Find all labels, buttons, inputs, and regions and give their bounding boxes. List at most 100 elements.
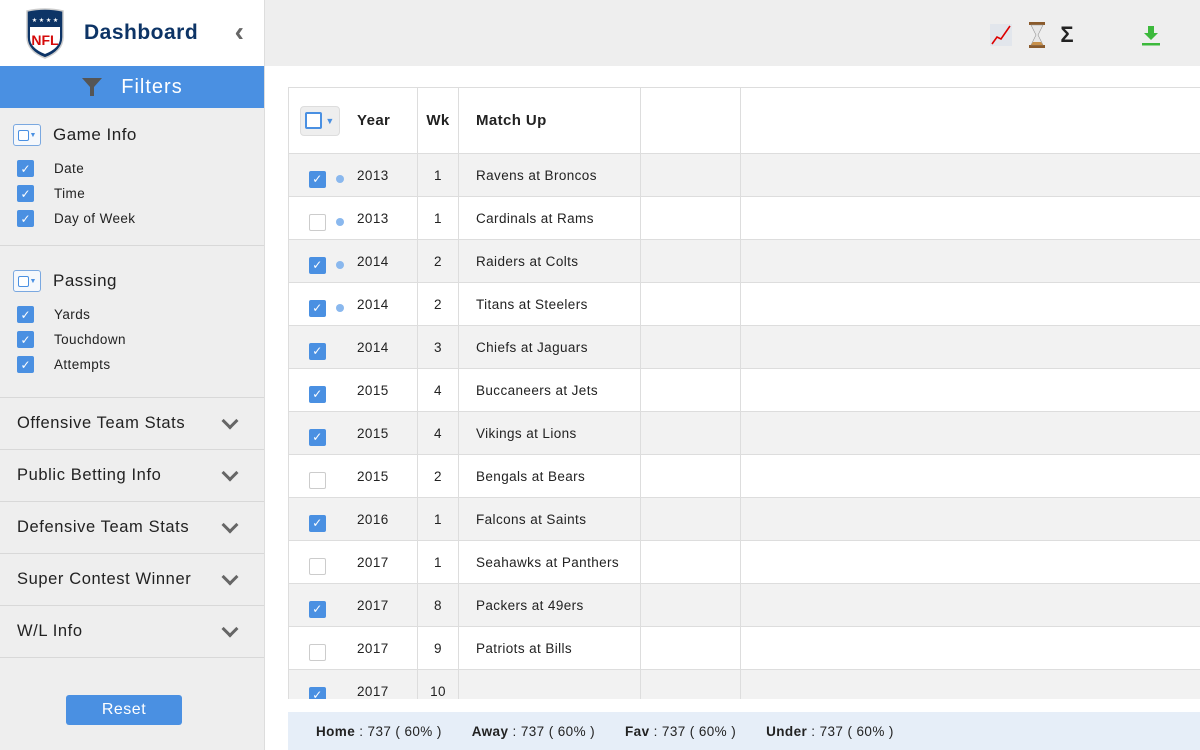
year-cell: 2015 [357, 468, 389, 484]
filter-option[interactable]: ✓ Date [13, 156, 264, 181]
year-cell: 2013 [357, 210, 389, 226]
empty-cell [641, 240, 741, 282]
table-row[interactable]: 2013 1 Cardinals at Rams [289, 197, 1200, 240]
row-checkbox[interactable] [309, 213, 326, 231]
wk-cell: 2 [434, 253, 442, 269]
row-checkbox[interactable]: ✓ [309, 256, 326, 274]
filter-option[interactable]: ✓ Yards [13, 302, 264, 327]
wk-cell: 10 [430, 683, 446, 699]
matchup-cell: Chiefs at Jaguars [476, 339, 588, 355]
download-icon[interactable] [1141, 22, 1161, 48]
app-title: Dashboard [84, 21, 199, 44]
table-row[interactable]: 2017 9 Patriots at Bills [289, 627, 1200, 670]
empty-cell [641, 283, 741, 325]
table-row[interactable]: ✓ 2013 1 Ravens at Broncos [289, 154, 1200, 197]
filter-option[interactable]: ✓ Touchdown [13, 327, 264, 352]
checkbox[interactable]: ✓ [17, 160, 34, 177]
row-checkbox[interactable]: ✓ [309, 385, 326, 403]
checkbox[interactable]: ✓ [17, 331, 34, 348]
accordion-label: W/L Info [17, 622, 83, 640]
accordion-section[interactable]: Defensive Team Stats [0, 502, 264, 554]
row-checkbox[interactable]: ✓ [309, 514, 326, 532]
table-row[interactable]: 2015 2 Bengals at Bears [289, 455, 1200, 498]
accordion-section[interactable]: Public Betting Info [0, 450, 264, 502]
status-dot [336, 218, 344, 226]
accordion-section[interactable]: Super Contest Winner [0, 554, 264, 606]
caret-down-icon: ▼ [325, 115, 335, 126]
filter-option[interactable]: ✓ Day of Week [13, 206, 264, 231]
row-checkbox[interactable]: ✓ [309, 428, 326, 446]
status-dot [336, 175, 344, 183]
main-content: ▼ Year Wk Match Up ✓ 2013 1 Ravens at Bro… [265, 66, 1200, 750]
header-wk[interactable]: Wk [426, 112, 449, 129]
row-checkbox[interactable]: ✓ [309, 686, 326, 699]
collapse-sidebar-icon[interactable]: ‹ [235, 16, 244, 48]
checkbox[interactable]: ✓ [17, 356, 34, 373]
table-row[interactable]: 2017 1 Seahawks at Panthers [289, 541, 1200, 584]
group-select-dropdown[interactable]: ▼ [13, 270, 41, 292]
year-cell: 2017 [357, 640, 389, 656]
filter-option[interactable]: ✓ Time [13, 181, 264, 206]
summary-stat: Fav : 737 ( 60% ) [625, 723, 737, 739]
empty-cell [641, 455, 741, 497]
empty-cell [641, 498, 741, 540]
table-row[interactable]: ✓ 2014 2 Raiders at Colts [289, 240, 1200, 283]
checkbox[interactable]: ✓ [17, 185, 34, 202]
wk-cell: 1 [434, 210, 442, 226]
row-checkbox[interactable] [309, 557, 326, 575]
option-label: Attempts [54, 357, 111, 372]
table-header: ▼ Year Wk Match Up [289, 88, 1200, 154]
accordion-section[interactable]: W/L Info [0, 606, 264, 658]
empty-cell [741, 412, 1200, 454]
wk-cell: 2 [434, 296, 442, 312]
matchup-cell: Cardinals at Rams [476, 210, 594, 226]
sigma-icon[interactable]: Σ [1057, 22, 1077, 48]
table-row[interactable]: ✓ 2017 8 Packers at 49ers [289, 584, 1200, 627]
table-row[interactable]: ✓ 2017 10 [289, 670, 1200, 699]
summary-stat: Away : 737 ( 60% ) [471, 723, 596, 739]
chart-icon[interactable] [989, 22, 1013, 48]
header-matchup[interactable]: Match Up [476, 112, 547, 129]
filter-option[interactable]: ✓ Attempts [13, 352, 264, 377]
matchup-cell: Raiders at Colts [476, 253, 579, 269]
row-checkbox[interactable] [309, 643, 326, 661]
checkbox[interactable]: ✓ [17, 306, 34, 323]
year-cell: 2015 [357, 425, 389, 441]
table-row[interactable]: ✓ 2014 2 Titans at Steelers [289, 283, 1200, 326]
wk-cell: 1 [434, 554, 442, 570]
header-year[interactable]: Year [357, 112, 390, 129]
group-select-dropdown[interactable]: ▼ [13, 124, 41, 146]
matchup-cell: Buccaneers at Jets [476, 382, 599, 398]
svg-text:★ ★ ★ ★: ★ ★ ★ ★ [32, 17, 59, 24]
wk-cell: 8 [434, 597, 442, 613]
brand-header: NFL ★ ★ ★ ★ Dashboard ‹ [0, 0, 264, 66]
select-all-dropdown[interactable]: ▼ [300, 105, 340, 136]
wk-cell: 4 [434, 425, 442, 441]
summary-stat: Under : 737 ( 60% ) [766, 723, 894, 739]
empty-cell [641, 326, 741, 368]
reset-button[interactable]: Reset [66, 695, 182, 725]
row-checkbox[interactable]: ✓ [309, 170, 326, 188]
sidebar: NFL ★ ★ ★ ★ Dashboard ‹ Filters ▼ Game In… [0, 0, 265, 750]
row-checkbox[interactable] [309, 471, 326, 489]
table-row[interactable]: ✓ 2016 1 Falcons at Saints [289, 498, 1200, 541]
accordion-section[interactable]: Offensive Team Stats [0, 398, 264, 450]
matchup-cell: Packers at 49ers [476, 597, 584, 613]
row-checkbox[interactable]: ✓ [309, 600, 326, 618]
option-label: Time [54, 186, 86, 201]
matchup-cell: Vikings at Lions [476, 425, 577, 441]
hourglass-icon[interactable] [1026, 22, 1048, 48]
empty-cell [641, 627, 741, 669]
empty-cell [741, 627, 1200, 669]
year-cell: 2016 [357, 511, 389, 527]
row-checkbox[interactable]: ✓ [309, 299, 326, 317]
checkbox[interactable]: ✓ [17, 210, 34, 227]
wk-cell: 4 [434, 382, 442, 398]
table-row[interactable]: ✓ 2014 3 Chiefs at Jaguars [289, 326, 1200, 369]
wk-cell: 9 [434, 640, 442, 656]
empty-cell [741, 541, 1200, 583]
row-checkbox[interactable]: ✓ [309, 342, 326, 360]
empty-cell [741, 197, 1200, 239]
table-row[interactable]: ✓ 2015 4 Buccaneers at Jets [289, 369, 1200, 412]
table-row[interactable]: ✓ 2015 4 Vikings at Lions [289, 412, 1200, 455]
